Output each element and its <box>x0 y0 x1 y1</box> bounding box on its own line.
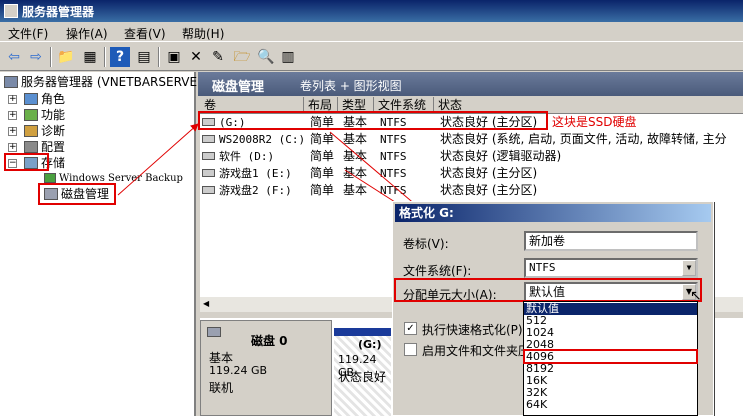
filesystem-select[interactable]: NTFS ▼ <box>524 258 698 278</box>
quick-format-label: 执行快速格式化(P) <box>422 323 523 337</box>
volume-label-caption: 卷标(V): <box>403 237 449 251</box>
compression-checkbox[interactable] <box>404 343 417 356</box>
highlight-4096 <box>523 349 698 364</box>
volume-label-input[interactable]: 新加卷 <box>524 231 698 251</box>
option-32k[interactable]: 32K <box>524 387 697 399</box>
highlight-allocation-size <box>394 278 702 302</box>
format-dialog-title: 格式化 G: <box>395 204 711 222</box>
filesystem-value: NTFS <box>529 261 556 274</box>
chevron-down-icon[interactable]: ▼ <box>682 260 696 276</box>
volume-label-value: 新加卷 <box>529 234 566 248</box>
quick-format-checkbox[interactable]: ✓ <box>404 322 417 335</box>
option-8192[interactable]: 8192 <box>524 363 697 375</box>
option-64k[interactable]: 64K <box>524 399 697 411</box>
option-default[interactable]: 默认值 <box>524 303 697 315</box>
mouse-cursor-icon: ↖ <box>690 288 702 304</box>
option-16k[interactable]: 16K <box>524 375 697 387</box>
compression-label: 启用文件和文件夹压 <box>422 344 531 358</box>
filesystem-caption: 文件系统(F): <box>403 264 472 278</box>
